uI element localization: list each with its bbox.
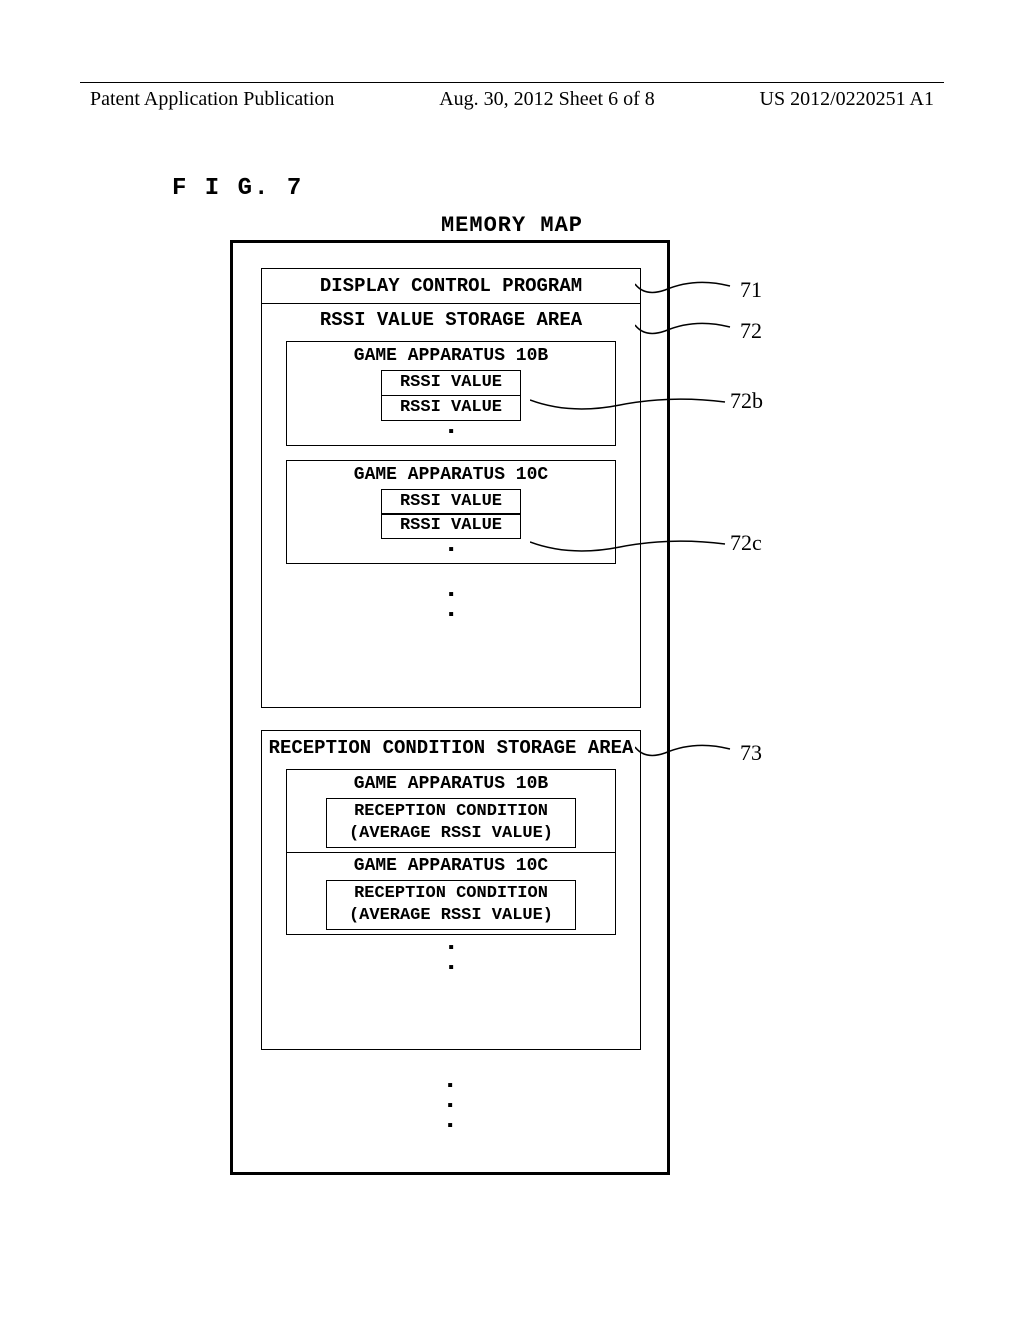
display-control-program-row: DISPLAY CONTROL PROGRAM bbox=[261, 268, 641, 304]
ref-72c: 72c bbox=[730, 530, 762, 556]
reception-10b-line1: RECEPTION CONDITION bbox=[327, 801, 575, 823]
header-left: Patent Application Publication bbox=[90, 88, 334, 111]
lead-line-icon bbox=[635, 313, 740, 343]
ref-73: 73 bbox=[740, 740, 762, 766]
ref-72b: 72b bbox=[730, 388, 763, 414]
reception-10b-box: GAME APPARATUS 10B RECEPTION CONDITION (… bbox=[286, 769, 616, 853]
reception-10c-line2: (AVERAGE RSSI VALUE) bbox=[327, 905, 575, 927]
rssi-storage-title: RSSI VALUE STORAGE AREA bbox=[262, 303, 640, 337]
rssi-value-10c-1: RSSI VALUE bbox=[381, 489, 521, 515]
rssi-value-10c-2: RSSI VALUE bbox=[381, 513, 521, 539]
header-rule bbox=[80, 82, 944, 83]
reception-10c-line1: RECEPTION CONDITION bbox=[327, 883, 575, 905]
rssi-value-10b-1: RSSI VALUE bbox=[381, 370, 521, 396]
lead-line-icon bbox=[530, 390, 730, 420]
reception-10b-value: RECEPTION CONDITION (AVERAGE RSSI VALUE) bbox=[326, 798, 576, 848]
header-center: Aug. 30, 2012 Sheet 6 of 8 bbox=[439, 88, 655, 111]
reception-10c-title: GAME APPARATUS 10C bbox=[287, 852, 615, 880]
reception-storage-title: RECEPTION CONDITION STORAGE AREA bbox=[262, 731, 640, 765]
rssi-value-10b-2: RSSI VALUE bbox=[381, 395, 521, 421]
diagram-title: MEMORY MAP bbox=[0, 213, 1024, 238]
memory-map-box: DISPLAY CONTROL PROGRAM RSSI VALUE STORA… bbox=[230, 240, 670, 1175]
page: Patent Application Publication Aug. 30, … bbox=[0, 0, 1024, 1320]
page-header: Patent Application Publication Aug. 30, … bbox=[90, 88, 934, 111]
reception-10c-box: GAME APPARATUS 10C RECEPTION CONDITION (… bbox=[286, 852, 616, 935]
apparatus-10c-title: GAME APPARATUS 10C bbox=[287, 461, 615, 489]
dots-icon: ▪ bbox=[287, 421, 615, 437]
reception-storage-area: RECEPTION CONDITION STORAGE AREA GAME AP… bbox=[261, 730, 641, 1050]
figure-label: F I G. 7 bbox=[172, 175, 303, 202]
apparatus-10b-title: GAME APPARATUS 10B bbox=[287, 342, 615, 370]
reception-10b-line2: (AVERAGE RSSI VALUE) bbox=[327, 823, 575, 845]
dots-icon: ▪ bbox=[233, 1101, 667, 1111]
lead-line-icon bbox=[530, 532, 730, 562]
dots-icon: ▪ bbox=[233, 1121, 667, 1131]
ref-71: 71 bbox=[740, 277, 762, 303]
ref-72: 72 bbox=[740, 318, 762, 344]
reception-10b-title: GAME APPARATUS 10B bbox=[287, 770, 615, 798]
dots-icon: ▪ bbox=[262, 935, 640, 953]
dots-icon: ▪ bbox=[262, 564, 640, 600]
lead-line-icon bbox=[635, 272, 740, 302]
reception-10c-value: RECEPTION CONDITION (AVERAGE RSSI VALUE) bbox=[326, 880, 576, 930]
rssi-storage-area: RSSI VALUE STORAGE AREA GAME APPARATUS 1… bbox=[261, 303, 641, 708]
dots-icon: ▪ bbox=[233, 1081, 667, 1091]
lead-line-icon bbox=[635, 735, 740, 765]
header-right: US 2012/0220251 A1 bbox=[760, 88, 934, 111]
